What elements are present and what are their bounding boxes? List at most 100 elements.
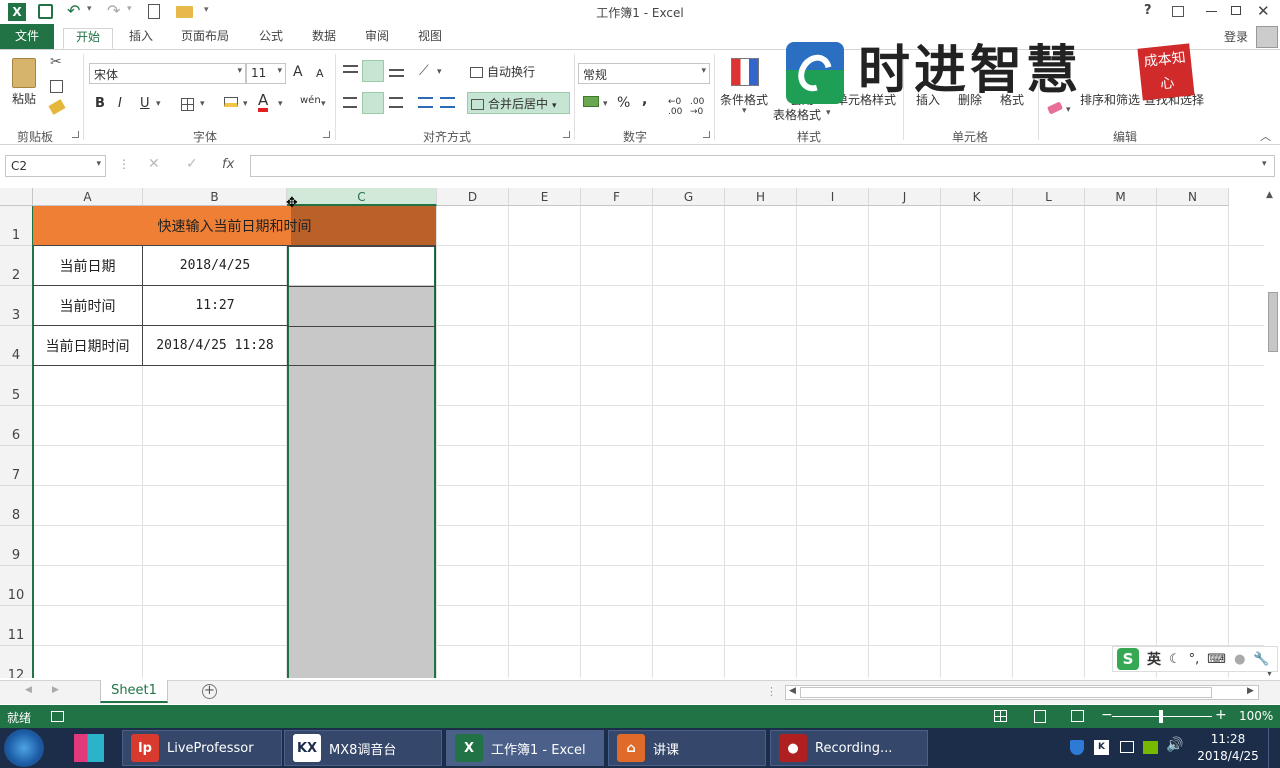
column-header-h[interactable]: H [725,188,797,206]
chevron-down-icon[interactable]: ▾ [321,99,326,109]
ribbon-display-options-icon[interactable] [1172,6,1184,17]
redo-dropdown-icon[interactable]: ▾ [127,4,132,14]
align-center-icon[interactable] [362,92,384,114]
sheet-tab-sheet1[interactable]: Sheet1 [100,680,168,703]
ime-language-label[interactable]: 英 [1147,649,1161,669]
sort-filter-button[interactable]: 排序和筛选 [1080,91,1140,108]
chevron-down-icon[interactable]: ▾ [1066,105,1071,115]
paste-button[interactable]: 粘贴 [12,90,36,107]
undo-icon[interactable]: ↶ [67,1,80,20]
row-header-8[interactable]: 8 [0,486,33,526]
macro-record-icon[interactable] [51,711,64,722]
row-header-6[interactable]: 6 [0,406,33,446]
expand-formula-icon[interactable]: ▾ [1262,159,1267,169]
percent-button[interactable]: % [617,95,630,111]
avatar[interactable] [1256,26,1278,48]
column-header-l[interactable]: L [1013,188,1085,206]
normal-view-icon[interactable] [994,710,1007,722]
customize-qat-icon[interactable]: ▾ [204,5,209,15]
name-box[interactable]: C2 ▾ [5,155,106,177]
label-date-cell[interactable]: 当前日期 [33,246,143,286]
column-header-a[interactable]: A [33,188,143,206]
column-header-i[interactable]: I [797,188,869,206]
grow-font-button[interactable]: A [293,64,303,80]
nvidia-icon[interactable] [1143,741,1158,754]
label-datetime-cell[interactable]: 当前日期时间 [33,326,143,366]
scroll-left-icon[interactable]: ◀ [789,686,796,696]
select-all-corner[interactable] [0,188,33,206]
minimize-icon[interactable] [1206,11,1217,12]
row-header-2[interactable]: 2 [0,246,33,286]
tab-data[interactable]: 数据 [300,28,348,49]
borders-icon[interactable] [181,98,194,111]
collapse-ribbon-icon[interactable]: ︿ [1260,128,1271,144]
value-time-cell[interactable]: 11:27 [143,286,288,326]
zoom-in-button[interactable]: + [1215,707,1227,723]
taskbar-recording[interactable]: ● Recording... [770,730,928,766]
chevron-down-icon[interactable]: ▾ [200,99,205,109]
start-button-icon[interactable] [4,729,44,767]
font-name-select[interactable]: 宋体 ▾ [89,63,246,84]
column-header-j[interactable]: J [869,188,941,206]
taskbar-excel[interactable]: X 工作簿1 - Excel [446,730,604,766]
column-header-d[interactable]: D [437,188,509,206]
row-header-7[interactable]: 7 [0,446,33,486]
chevron-down-icon[interactable]: ▾ [243,99,248,109]
close-icon[interactable]: ✕ [1257,2,1270,20]
scroll-right-icon[interactable]: ▶ [1247,686,1254,696]
formula-input[interactable] [250,155,1275,177]
increase-indent-icon[interactable] [440,97,455,108]
chevron-down-icon[interactable]: ▾ [278,99,283,109]
taskbar-lecture[interactable]: ⌂ 讲课 [608,730,766,766]
conditional-format-icon[interactable] [731,58,759,86]
tab-file[interactable]: 文件 [0,24,55,49]
row-header-4[interactable]: 4 [0,326,33,366]
shrink-font-button[interactable]: A [316,67,324,80]
vertical-scroll-thumb[interactable] [1268,292,1278,352]
format-painter-icon[interactable] [48,99,66,115]
chevron-down-icon[interactable]: ▾ [437,67,442,77]
shield-icon[interactable] [1070,740,1084,755]
row-header-5[interactable]: 5 [0,366,33,406]
insert-function-button[interactable]: fx [222,157,234,172]
add-sheet-icon[interactable]: + [202,684,217,699]
volume-icon[interactable]: 🔊 [1166,737,1183,753]
clock-date[interactable]: 2018/4/25 [1194,749,1262,763]
copy-icon[interactable] [50,80,63,93]
column-header-e[interactable]: E [509,188,581,206]
zoom-slider-thumb[interactable] [1159,710,1163,723]
value-datetime-cell[interactable]: 2018/4/25 11:28 [143,326,288,366]
font-size-select[interactable]: 11 ▾ [246,63,286,84]
chevron-down-icon[interactable]: ▾ [603,99,608,109]
tab-view[interactable]: 视图 [406,28,454,49]
currency-icon[interactable] [583,96,599,107]
show-desktop-button[interactable] [1268,728,1280,768]
column-header-m[interactable]: M [1085,188,1157,206]
save-icon[interactable] [38,4,53,19]
network-icon[interactable] [1120,741,1134,753]
page-layout-view-icon[interactable] [1034,710,1046,723]
column-header-f[interactable]: F [581,188,653,206]
label-time-cell[interactable]: 当前时间 [33,286,143,326]
new-document-icon[interactable] [148,4,160,19]
keyboard-icon[interactable]: ⌨ [1207,652,1226,667]
pinned-app-icon[interactable] [74,734,104,762]
worksheet-grid[interactable]: ABCDEFGHIJKLMN 1 2 3 4 5 6 7 8 9 10 11 12 快速输入当前日期和… [0,188,1264,678]
tab-insert[interactable]: 插入 [117,28,165,49]
value-date-cell[interactable]: 2018/4/25 [143,246,288,286]
horizontal-scroll-thumb[interactable] [800,687,1212,698]
open-folder-icon[interactable] [176,6,193,18]
chevron-down-icon[interactable]: ▾ [156,99,161,109]
excel-logo-icon[interactable]: X [8,3,26,21]
wrench-icon[interactable]: 🔧 [1253,652,1269,667]
paste-icon[interactable] [12,58,36,88]
cut-icon[interactable]: ✂ [50,54,62,70]
row-header-1[interactable]: 1 [0,206,33,246]
align-middle-icon[interactable] [362,60,384,82]
zoom-level[interactable]: 100% [1239,709,1273,723]
next-sheet-icon[interactable]: ▶ [52,685,59,695]
zoom-out-button[interactable]: − [1101,707,1113,723]
kx-tray-icon[interactable]: K [1094,740,1109,755]
bold-button[interactable]: B [95,96,105,111]
taskbar-mx8[interactable]: KX MX8调音台 [284,730,442,766]
